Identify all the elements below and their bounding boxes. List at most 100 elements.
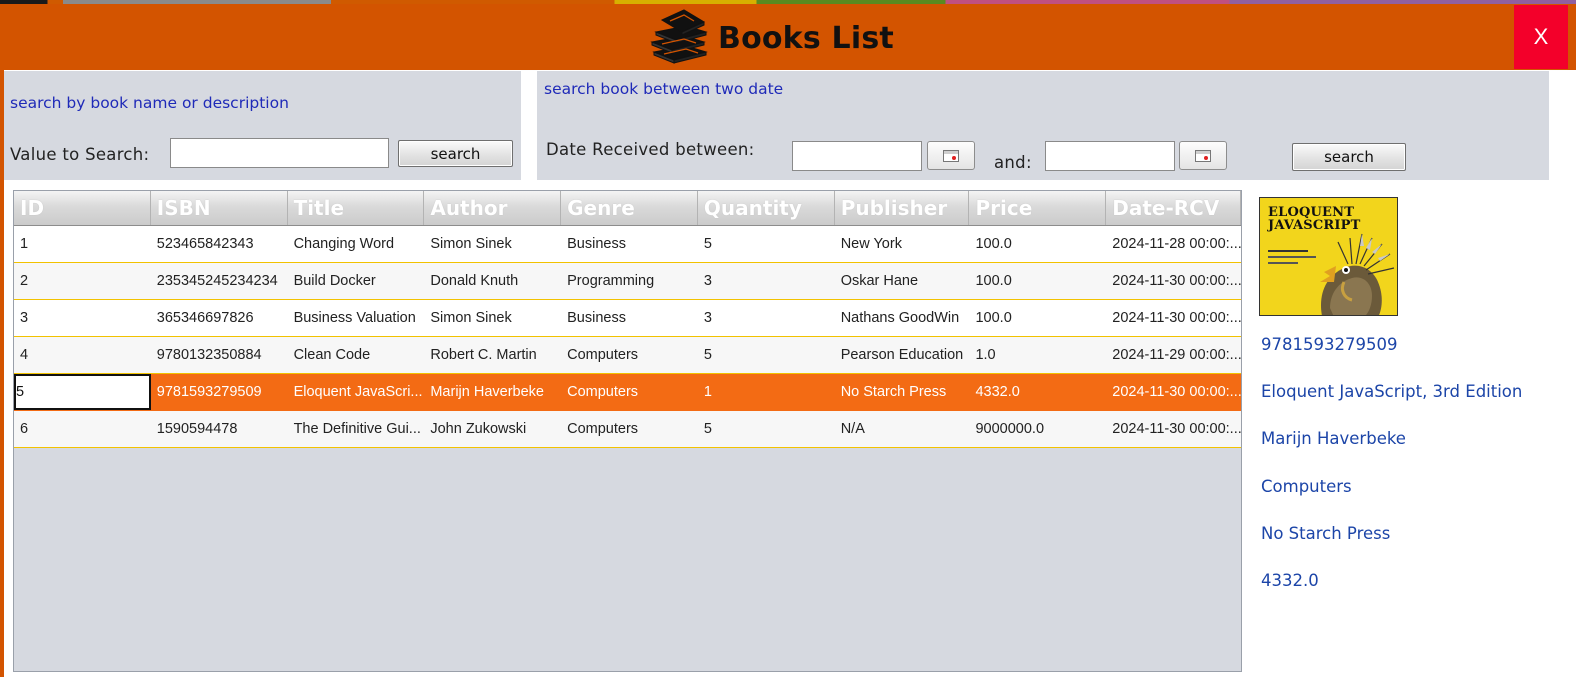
- cell-isbn[interactable]: 365346697826: [151, 300, 288, 336]
- date-to-input[interactable]: [1045, 141, 1175, 171]
- cell-isbn[interactable]: 9781593279509: [151, 374, 288, 410]
- cell-author[interactable]: John Zukowski: [424, 411, 561, 447]
- cell-quantity[interactable]: 3: [698, 263, 835, 299]
- cell-publisher[interactable]: Pearson Education: [835, 337, 970, 373]
- cell-title[interactable]: Build Docker: [288, 263, 425, 299]
- calendar-icon: [1195, 149, 1211, 162]
- table-row[interactable]: 4 9780132350884 Clean Code Robert C. Martin…: [14, 337, 1241, 374]
- calendar-icon: [943, 149, 959, 162]
- window-title: Books List: [718, 20, 894, 56]
- cell-price[interactable]: 1.0: [969, 337, 1106, 373]
- cell-genre[interactable]: Business: [561, 226, 698, 262]
- close-button[interactable]: X: [1514, 5, 1568, 69]
- date-to-picker-button[interactable]: [1179, 141, 1227, 170]
- cell-quantity[interactable]: 5: [698, 411, 835, 447]
- cell-price[interactable]: 100.0: [969, 263, 1106, 299]
- cell-quantity[interactable]: 5: [698, 226, 835, 262]
- cell-isbn[interactable]: 235345245234234: [151, 263, 288, 299]
- cell-price[interactable]: 9000000.0: [969, 411, 1106, 447]
- cell-date-rcv[interactable]: 2024-11-30 00:00:...: [1106, 263, 1241, 299]
- detail-author: Marijn Haverbeke: [1261, 429, 1406, 448]
- cell-author[interactable]: Robert C. Martin: [424, 337, 561, 373]
- detail-genre: Computers: [1261, 477, 1352, 496]
- title-group: Books List: [648, 8, 894, 68]
- cell-isbn[interactable]: 523465842343: [151, 226, 288, 262]
- column-header-date-rcv[interactable]: Date-RCV: [1106, 191, 1241, 225]
- cell-id[interactable]: 1: [14, 226, 151, 262]
- cell-author[interactable]: Donald Knuth: [424, 263, 561, 299]
- cell-isbn[interactable]: 9780132350884: [151, 337, 288, 373]
- cell-title[interactable]: The Definitive Gui...: [288, 411, 425, 447]
- cell-quantity[interactable]: 5: [698, 337, 835, 373]
- column-header-id[interactable]: ID: [14, 191, 151, 225]
- cell-title[interactable]: Eloquent JavaScri...: [288, 374, 425, 410]
- cell-genre[interactable]: Computers: [561, 411, 698, 447]
- cell-date-rcv[interactable]: 2024-11-30 00:00:...: [1106, 374, 1241, 410]
- cover-bird-illustration: [1268, 233, 1395, 315]
- search-by-name-button[interactable]: search: [398, 140, 513, 167]
- search-by-date-heading: search book between two date: [544, 80, 784, 98]
- column-header-genre[interactable]: Genre: [561, 191, 698, 225]
- cell-genre[interactable]: Business: [561, 300, 698, 336]
- table-row[interactable]: 2 235345245234234 Build Docker Donald Knuth…: [14, 263, 1241, 300]
- column-header-publisher[interactable]: Publisher: [835, 191, 970, 225]
- cell-id[interactable]: 3: [14, 300, 151, 336]
- detail-price: 4332.0: [1261, 571, 1319, 590]
- search-by-name-panel: search by book name or description Value…: [4, 71, 521, 180]
- cell-price[interactable]: 100.0: [969, 226, 1106, 262]
- cell-publisher[interactable]: Oskar Hane: [835, 263, 970, 299]
- cell-genre[interactable]: Programming: [561, 263, 698, 299]
- cell-author[interactable]: Marijn Haverbeke: [424, 374, 561, 410]
- books-stack-icon: [648, 8, 712, 68]
- cell-title[interactable]: Changing Word: [288, 226, 425, 262]
- table-body: 1 523465842343 Changing Word Simon Sinek Bus…: [14, 226, 1241, 448]
- cell-quantity[interactable]: 1: [698, 374, 835, 410]
- cell-title[interactable]: Clean Code: [288, 337, 425, 373]
- cell-price[interactable]: 4332.0: [969, 374, 1106, 410]
- window-header: Books List X: [0, 4, 1576, 70]
- cell-date-rcv[interactable]: 2024-11-29 00:00:...: [1106, 337, 1241, 373]
- table-row[interactable]: 6 1590594478 The Definitive Gui... John Zuk…: [14, 411, 1241, 448]
- cell-id[interactable]: 6: [14, 411, 151, 447]
- cell-id[interactable]: 5: [14, 374, 151, 410]
- cell-date-rcv[interactable]: 2024-11-30 00:00:...: [1106, 300, 1241, 336]
- detail-publisher: No Starch Press: [1261, 524, 1391, 543]
- column-header-title[interactable]: Title: [288, 191, 425, 225]
- column-header-isbn[interactable]: ISBN: [151, 191, 288, 225]
- cell-id[interactable]: 4: [14, 337, 151, 373]
- cell-publisher[interactable]: N/A: [835, 411, 970, 447]
- cell-id[interactable]: 2: [14, 263, 151, 299]
- date-from-input[interactable]: [792, 141, 922, 171]
- search-by-name-heading: search by book name or description: [10, 94, 289, 112]
- cell-genre[interactable]: Computers: [561, 337, 698, 373]
- cell-date-rcv[interactable]: 2024-11-28 00:00:...: [1106, 226, 1241, 262]
- cell-author[interactable]: Simon Sinek: [424, 300, 561, 336]
- cell-author[interactable]: Simon Sinek: [424, 226, 561, 262]
- book-cover-image: ELOQUENT JAVASCRIPT: [1259, 197, 1398, 316]
- cell-publisher[interactable]: No Starch Press: [835, 374, 970, 410]
- detail-title: Eloquent JavaScript, 3rd Edition: [1261, 382, 1523, 401]
- cell-title[interactable]: Business Valuation: [288, 300, 425, 336]
- value-to-search-input[interactable]: [170, 138, 389, 168]
- column-header-price[interactable]: Price: [969, 191, 1107, 225]
- cell-price[interactable]: 100.0: [969, 300, 1106, 336]
- table-row[interactable]: 1 523465842343 Changing Word Simon Sinek Bus…: [14, 226, 1241, 263]
- cell-date-rcv[interactable]: 2024-11-30 00:00:...: [1106, 411, 1241, 447]
- table-row[interactable]: 3 365346697826 Business Valuation Simon Sin…: [14, 300, 1241, 337]
- column-header-quantity[interactable]: Quantity: [698, 191, 835, 225]
- cell-publisher[interactable]: Nathans GoodWin: [835, 300, 970, 336]
- value-to-search-label: Value to Search:: [10, 145, 150, 164]
- table-row[interactable]: 5 9781593279509 Eloquent JavaScri... Marijn…: [14, 374, 1241, 411]
- cell-quantity[interactable]: 3: [698, 300, 835, 336]
- column-header-author[interactable]: Author: [424, 191, 562, 225]
- books-table[interactable]: ID ISBN Title Author Genre Quantity Publisher P…: [13, 190, 1242, 672]
- date-from-picker-button[interactable]: [927, 141, 975, 170]
- cell-genre[interactable]: Computers: [561, 374, 698, 410]
- date-received-between-label: Date Received between:: [546, 140, 755, 159]
- books-list-window: Books List X search by book name or desc…: [0, 0, 1576, 677]
- cell-isbn[interactable]: 1590594478: [151, 411, 288, 447]
- table-header: ID ISBN Title Author Genre Quantity Publisher P…: [14, 191, 1241, 226]
- detail-isbn: 9781593279509: [1261, 335, 1398, 354]
- cell-publisher[interactable]: New York: [835, 226, 970, 262]
- search-by-date-button[interactable]: search: [1292, 143, 1406, 171]
